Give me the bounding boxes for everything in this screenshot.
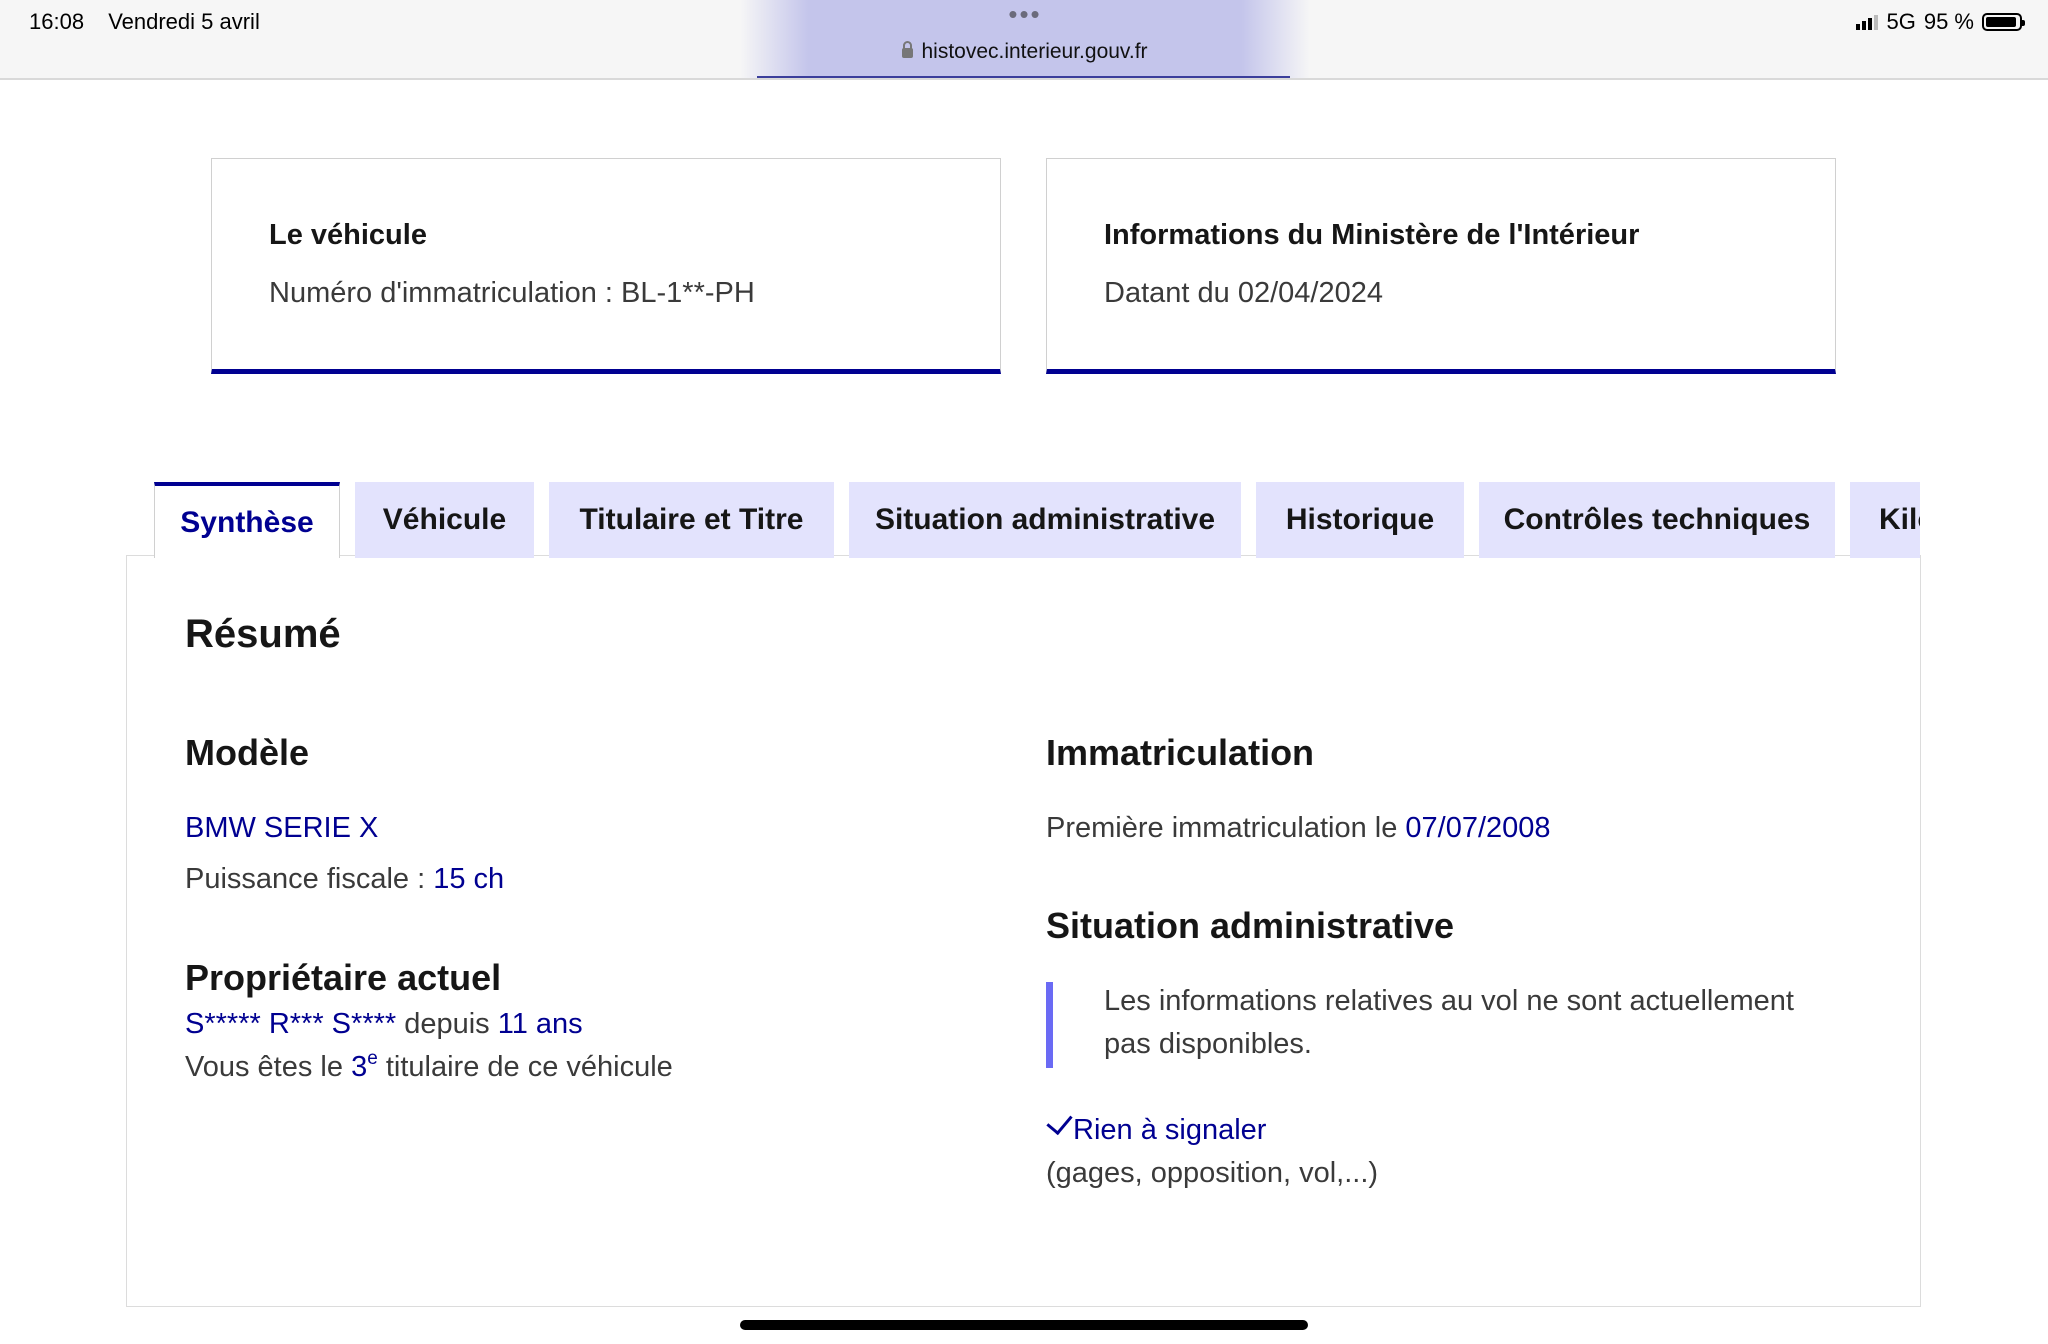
owner-since-value: 11 ans <box>497 1008 583 1040</box>
admin-status-details: (gages, opposition, vol,...) <box>1046 1157 1379 1189</box>
lock-icon <box>902 41 914 58</box>
ministry-card: Informations du Ministère de l'Intérieur… <box>1046 158 1836 374</box>
registration-heading: Immatriculation <box>1046 732 1315 773</box>
tab-kilometrage[interactable]: Kilo <box>1850 482 1920 558</box>
battery-icon <box>1982 13 2025 31</box>
owner-rank-prefix: Vous êtes le <box>185 1051 352 1083</box>
ministry-card-title: Informations du Ministère de l'Intérieur <box>1104 219 1640 251</box>
first-registration-date: 07/07/2008 <box>1405 812 1551 844</box>
theft-notice-line1: Les informations relatives au vol ne son… <box>1104 985 1794 1017</box>
tab-historique[interactable]: Historique <box>1256 482 1464 558</box>
data-date: Datant du 02/04/2024 <box>1104 277 1383 309</box>
owner-rank-value: 3 <box>351 1051 368 1083</box>
status-indicators: 5G 95 % <box>1856 9 2025 35</box>
tab-controles-techniques[interactable]: Contrôles techniques <box>1479 482 1835 558</box>
status-bar: 16:08 Vendredi 5 avril ••• histovec.inte… <box>0 0 2048 80</box>
status-time: 16:08 <box>29 9 85 34</box>
cellular-signal-icon <box>1856 14 1879 30</box>
fiscal-power: Puissance fiscale : 15 ch <box>185 863 504 896</box>
url-display[interactable]: histovec.interieur.gouv.fr <box>740 40 1310 64</box>
home-indicator[interactable] <box>740 1320 1308 1330</box>
notice-quote-bar <box>1046 982 1053 1068</box>
owner-rank-sup: e <box>367 1048 378 1069</box>
fiscal-power-label: Puissance fiscale : <box>185 863 434 895</box>
admin-status-text: Rien à signaler <box>1073 1114 1267 1146</box>
model-name: BMW SERIE X <box>185 812 379 844</box>
tab-situation-administrative[interactable]: Situation administrative <box>849 482 1241 558</box>
registration-number: Numéro d'immatriculation : BL-1**-PH <box>269 277 755 309</box>
url-text: histovec.interieur.gouv.fr <box>921 40 1148 63</box>
status-time-date: 16:08 Vendredi 5 avril <box>29 9 278 35</box>
admin-status: Rien à signaler <box>1046 1107 1267 1147</box>
owner-since-label: depuis <box>396 1008 498 1040</box>
first-registration-label: Première immatriculation le <box>1046 812 1406 844</box>
owner-rank-suffix: titulaire de ce véhicule <box>377 1051 673 1083</box>
tab-vehicule[interactable]: Véhicule <box>355 482 534 558</box>
tab-panel <box>126 555 1921 1307</box>
tab-titulaire-titre[interactable]: Titulaire et Titre <box>549 482 834 558</box>
vehicle-card-title: Le véhicule <box>269 219 427 251</box>
owner-info: S***** R*** S**** depuis 11 ans <box>185 1008 583 1041</box>
admin-situation-heading: Situation administrative <box>1046 905 1455 946</box>
tab-list: Synthèse Véhicule Titulaire et Titre Sit… <box>154 482 1920 558</box>
page-load-indicator <box>757 76 1290 78</box>
vehicle-card: Le véhicule Numéro d'immatriculation : B… <box>211 158 1001 374</box>
owner-name: S***** R*** S**** <box>185 1008 397 1040</box>
owner-heading: Propriétaire actuel <box>185 957 502 998</box>
theft-notice-line2: pas disponibles. <box>1104 1028 1312 1060</box>
owner-rank: Vous êtes le 3e titulaire de ce véhicule <box>185 1048 673 1084</box>
network-type: 5G <box>1886 9 1916 34</box>
battery-percent: 95 % <box>1923 9 1974 34</box>
tab-options-icon[interactable]: ••• <box>740 1 1310 27</box>
tab-synthese[interactable]: Synthèse <box>154 482 340 558</box>
summary-title: Résumé <box>185 612 341 656</box>
model-heading: Modèle <box>185 732 310 773</box>
fiscal-power-value: 15 ch <box>433 863 505 895</box>
address-bar[interactable]: ••• histovec.interieur.gouv.fr <box>740 0 1310 78</box>
first-registration: Première immatriculation le 07/07/2008 <box>1046 812 1551 845</box>
status-date: Vendredi 5 avril <box>108 9 260 34</box>
